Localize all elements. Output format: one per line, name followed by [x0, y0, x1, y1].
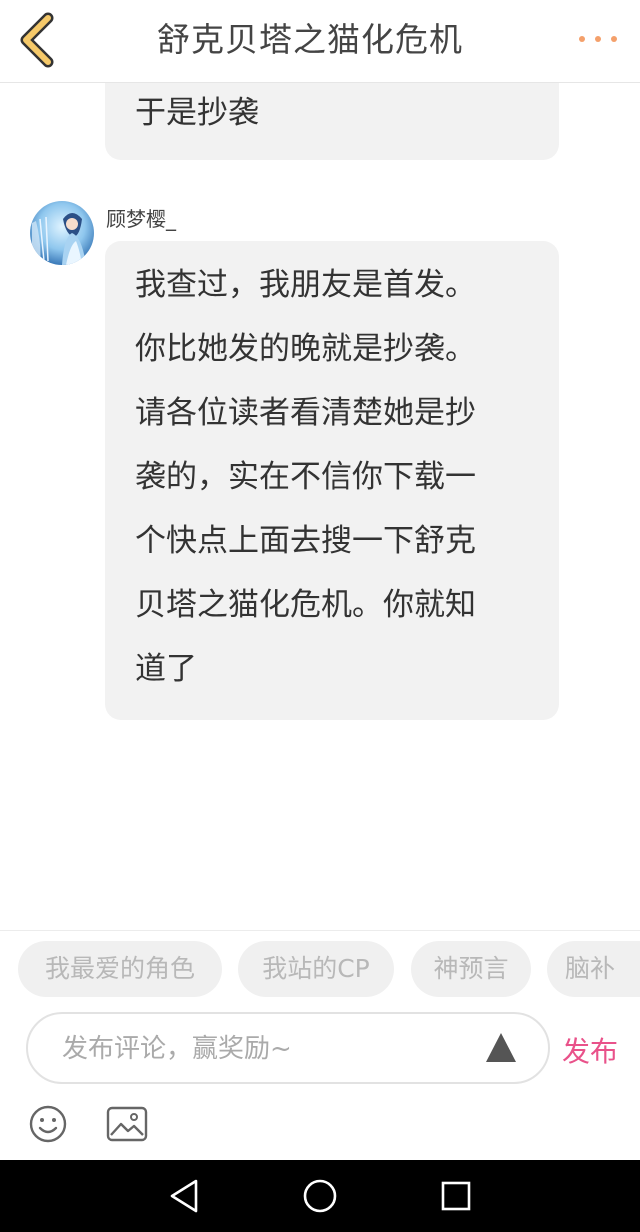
- chat-area[interactable]: 于是抄袭 顾梦樱_ 我查过，我朋友是首发。 你比她发的晚就是抄袭。 请各位读者看…: [0, 83, 640, 929]
- back-button[interactable]: [14, 10, 64, 70]
- message-text: 我查过，我朋友是首发。 你比她发的晚就是抄袭。 请各位读者看清楚她是抄 袭的，实…: [135, 267, 476, 687]
- circle-home-icon[interactable]: [302, 1178, 338, 1214]
- triangle-back-icon[interactable]: [168, 1178, 200, 1214]
- comment-input[interactable]: 发布评论，赢奖励~: [26, 1012, 550, 1084]
- page-title: 舒克贝塔之猫化危机: [157, 20, 463, 59]
- system-nav-bar: [0, 1160, 640, 1232]
- tag-bar: 我最爱的角色 我站的CP 神预言 脑补: [0, 930, 640, 1009]
- avatar[interactable]: [30, 201, 94, 265]
- message-bubble: 我查过，我朋友是首发。 你比她发的晚就是抄袭。 请各位读者看清楚她是抄 袭的，实…: [105, 241, 559, 720]
- image-icon[interactable]: [106, 1106, 148, 1142]
- message-text: 于是抄袭: [135, 95, 259, 131]
- top-bar: 舒克贝塔之猫化危机: [0, 0, 640, 83]
- triangle-up-icon[interactable]: [484, 1031, 518, 1065]
- tag-chip[interactable]: 我最爱的角色: [18, 941, 222, 997]
- more-dots-icon: [579, 36, 617, 42]
- comment-placeholder: 发布评论，赢奖励~: [62, 1034, 292, 1064]
- smiley-icon[interactable]: [28, 1104, 68, 1144]
- square-recent-icon[interactable]: [440, 1180, 472, 1212]
- tag-chip[interactable]: 神预言: [411, 941, 531, 997]
- tag-chip[interactable]: 脑补: [547, 941, 640, 997]
- chevron-left-icon: [20, 12, 54, 68]
- message-bubble: 于是抄袭: [105, 83, 559, 160]
- publish-button[interactable]: 发布: [562, 1030, 618, 1070]
- tag-chip[interactable]: 我站的CP: [238, 941, 394, 997]
- username[interactable]: 顾梦樱_: [106, 203, 176, 232]
- more-button[interactable]: [576, 24, 620, 54]
